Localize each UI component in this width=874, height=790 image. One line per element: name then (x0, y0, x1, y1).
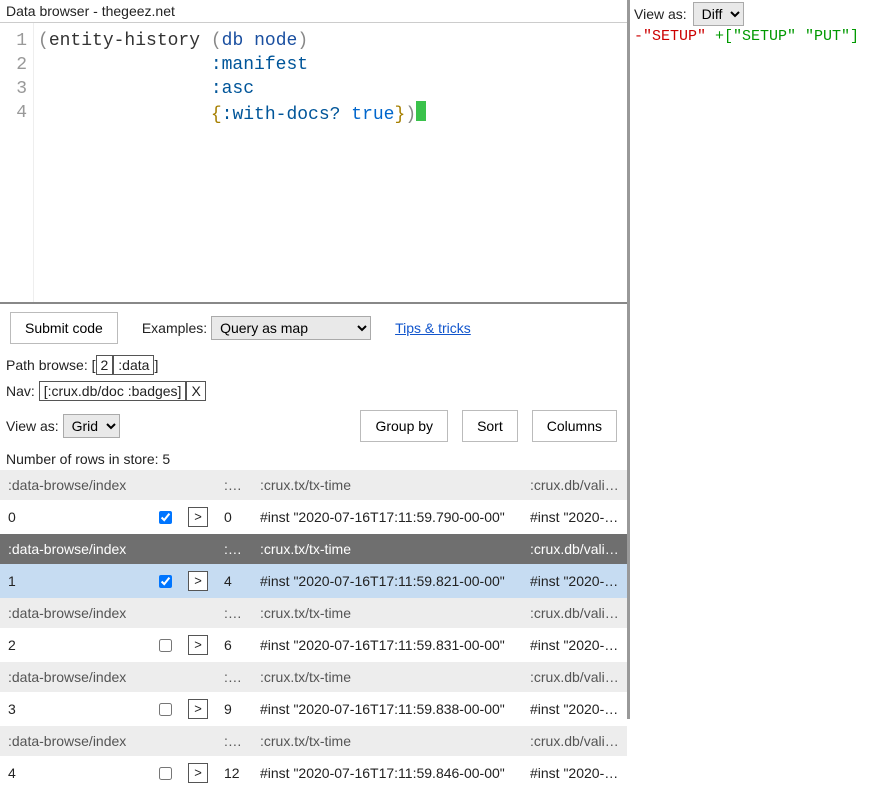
path-seg-2[interactable]: 2 (96, 355, 114, 375)
code-editor[interactable]: 1 2 3 4 (entity-history (db node) :manif… (0, 22, 627, 302)
expand-button[interactable]: > (188, 635, 208, 655)
diff-pane: View as: Diff -"SETUP" +["SETUP" "PUT"] (630, 0, 874, 719)
col-header-expand (180, 662, 216, 692)
table-row[interactable]: 0>0#inst "2020-07-16T17:11:59.790-00-00"… (0, 500, 627, 534)
col-header-expand (180, 534, 216, 564)
cell-index: 4 (0, 756, 180, 790)
nav-close-button[interactable]: X (186, 381, 205, 401)
nav-seg[interactable]: [:crux.db/doc :badges] (39, 381, 187, 401)
col-header-dots[interactable]: :… (216, 662, 252, 692)
table-header-row: :data-browse/index :…:crux.tx/tx-time:cru… (0, 470, 627, 500)
col-header-valid[interactable]: :crux.db/valid-time (522, 726, 627, 756)
col-header-index[interactable]: :data-browse/index (0, 726, 180, 756)
col-header-index[interactable]: :data-browse/index (0, 598, 180, 628)
table-row[interactable]: 4 >12#inst "2020-07-16T17:11:59.846-00-00… (0, 756, 627, 790)
cell-expand: > (180, 564, 216, 598)
cell-valid: #inst "2020-07-16T1 (522, 628, 627, 662)
cell-valid: #inst "2020-07-16T1 (522, 564, 627, 598)
examples-label: Examples: (142, 320, 207, 336)
editor-toolbar: Submit code Examples: Query as map Tips … (0, 302, 627, 352)
row-checkbox[interactable] (159, 703, 172, 716)
window-title: Data browser - thegeez.net (0, 0, 627, 22)
cell-expand: > (180, 500, 216, 534)
col-header-valid[interactable]: :crux.db/valid-time (522, 470, 627, 500)
columns-button[interactable]: Columns (532, 410, 617, 442)
col-header-index[interactable]: :data-browse/index (0, 534, 180, 564)
cell-valid: #inst "2020-07-16T1 (522, 692, 627, 726)
row-count-label: Number of rows in store: 5 (0, 448, 627, 470)
row-checkbox[interactable] (159, 511, 172, 524)
diff-content: -"SETUP" +["SETUP" "PUT"] (634, 28, 870, 45)
col-header-index[interactable]: :data-browse/index (0, 662, 180, 692)
tips-link[interactable]: Tips & tricks (395, 320, 471, 336)
cell-expand: > (180, 628, 216, 662)
row-checkbox[interactable] (159, 575, 172, 588)
path-browse: Path browse: [2:data] (0, 352, 627, 378)
grid-actions: Group by Sort Columns (350, 404, 627, 448)
group-by-button[interactable]: Group by (360, 410, 448, 442)
col-header-txtime[interactable]: :crux.tx/tx-time (252, 534, 522, 564)
col-header-txtime[interactable]: :crux.tx/tx-time (252, 470, 522, 500)
table-header-row: :data-browse/index :…:crux.tx/tx-time:cru… (0, 534, 627, 564)
cell-dots: 0 (216, 500, 252, 534)
col-header-index[interactable]: :data-browse/index (0, 470, 180, 500)
right-viewas-label: View as: (634, 6, 687, 22)
data-grid: :data-browse/index:…:crux.tx/tx-time:cru… (0, 470, 627, 790)
col-header-dots[interactable]: :… (216, 726, 252, 756)
editor-gutter: 1 2 3 4 (0, 23, 34, 302)
cell-txtime: #inst "2020-07-16T17:11:59.821-00-00" (252, 564, 522, 598)
col-header-valid[interactable]: :crux.db/valid-time (522, 534, 627, 564)
submit-code-button[interactable]: Submit code (10, 312, 118, 344)
cell-expand: > (180, 756, 216, 790)
col-header-expand (180, 470, 216, 500)
table-header-row: :data-browse/index :…:crux.tx/tx-time:cru… (0, 598, 627, 628)
cell-valid: #inst "2020-07-16T1 (522, 756, 627, 790)
col-header-txtime[interactable]: :crux.tx/tx-time (252, 662, 522, 692)
expand-button[interactable]: > (188, 763, 208, 783)
path-seg-data[interactable]: :data (113, 355, 154, 375)
col-header-dots[interactable]: :… (216, 534, 252, 564)
cell-txtime: #inst "2020-07-16T17:11:59.790-00-00" (252, 500, 522, 534)
col-header-txtime[interactable]: :crux.tx/tx-time (252, 726, 522, 756)
examples-select[interactable]: Query as map (211, 316, 371, 340)
expand-button[interactable]: > (188, 699, 208, 719)
cell-index: 1 (0, 564, 180, 598)
col-header-valid[interactable]: :crux.db/valid-time (522, 598, 627, 628)
table-row[interactable]: 3 >9#inst "2020-07-16T17:11:59.838-00-00"… (0, 692, 627, 726)
col-header-txtime[interactable]: :crux.tx/tx-time (252, 598, 522, 628)
col-header-dots[interactable]: :… (216, 470, 252, 500)
table-header-row: :data-browse/index :…:crux.tx/tx-time:cru… (0, 662, 627, 692)
row-checkbox[interactable] (159, 639, 172, 652)
sort-button[interactable]: Sort (462, 410, 518, 442)
col-header-expand (180, 598, 216, 628)
cell-index: 3 (0, 692, 180, 726)
expand-button[interactable]: > (188, 507, 208, 527)
cell-valid: #inst "2020-07-16T1 (522, 500, 627, 534)
col-header-dots[interactable]: :… (216, 598, 252, 628)
cell-txtime: #inst "2020-07-16T17:11:59.838-00-00" (252, 692, 522, 726)
cell-dots: 4 (216, 564, 252, 598)
table-row[interactable]: 2 >6#inst "2020-07-16T17:11:59.831-00-00"… (0, 628, 627, 662)
col-header-valid[interactable]: :crux.db/valid-time (522, 662, 627, 692)
viewas-select[interactable]: Grid (63, 414, 120, 438)
col-header-expand (180, 726, 216, 756)
cell-dots: 12 (216, 756, 252, 790)
editor-content[interactable]: (entity-history (db node) :manifest :asc… (34, 23, 627, 302)
cell-txtime: #inst "2020-07-16T17:11:59.846-00-00" (252, 756, 522, 790)
viewas-row: View as: Grid (0, 411, 126, 441)
nav-row: Nav: [:crux.db/doc :badges]X (0, 378, 627, 404)
cell-dots: 6 (216, 628, 252, 662)
cell-dots: 9 (216, 692, 252, 726)
cell-expand: > (180, 692, 216, 726)
cell-txtime: #inst "2020-07-16T17:11:59.831-00-00" (252, 628, 522, 662)
cell-index: 0 (0, 500, 180, 534)
editor-cursor (416, 101, 426, 121)
cell-index: 2 (0, 628, 180, 662)
table-row[interactable]: 1 >4#inst "2020-07-16T17:11:59.821-00-00"… (0, 564, 627, 598)
expand-button[interactable]: > (188, 571, 208, 591)
right-viewas-select[interactable]: Diff (693, 2, 744, 26)
table-header-row: :data-browse/index :…:crux.tx/tx-time:cru… (0, 726, 627, 756)
row-checkbox[interactable] (159, 767, 172, 780)
